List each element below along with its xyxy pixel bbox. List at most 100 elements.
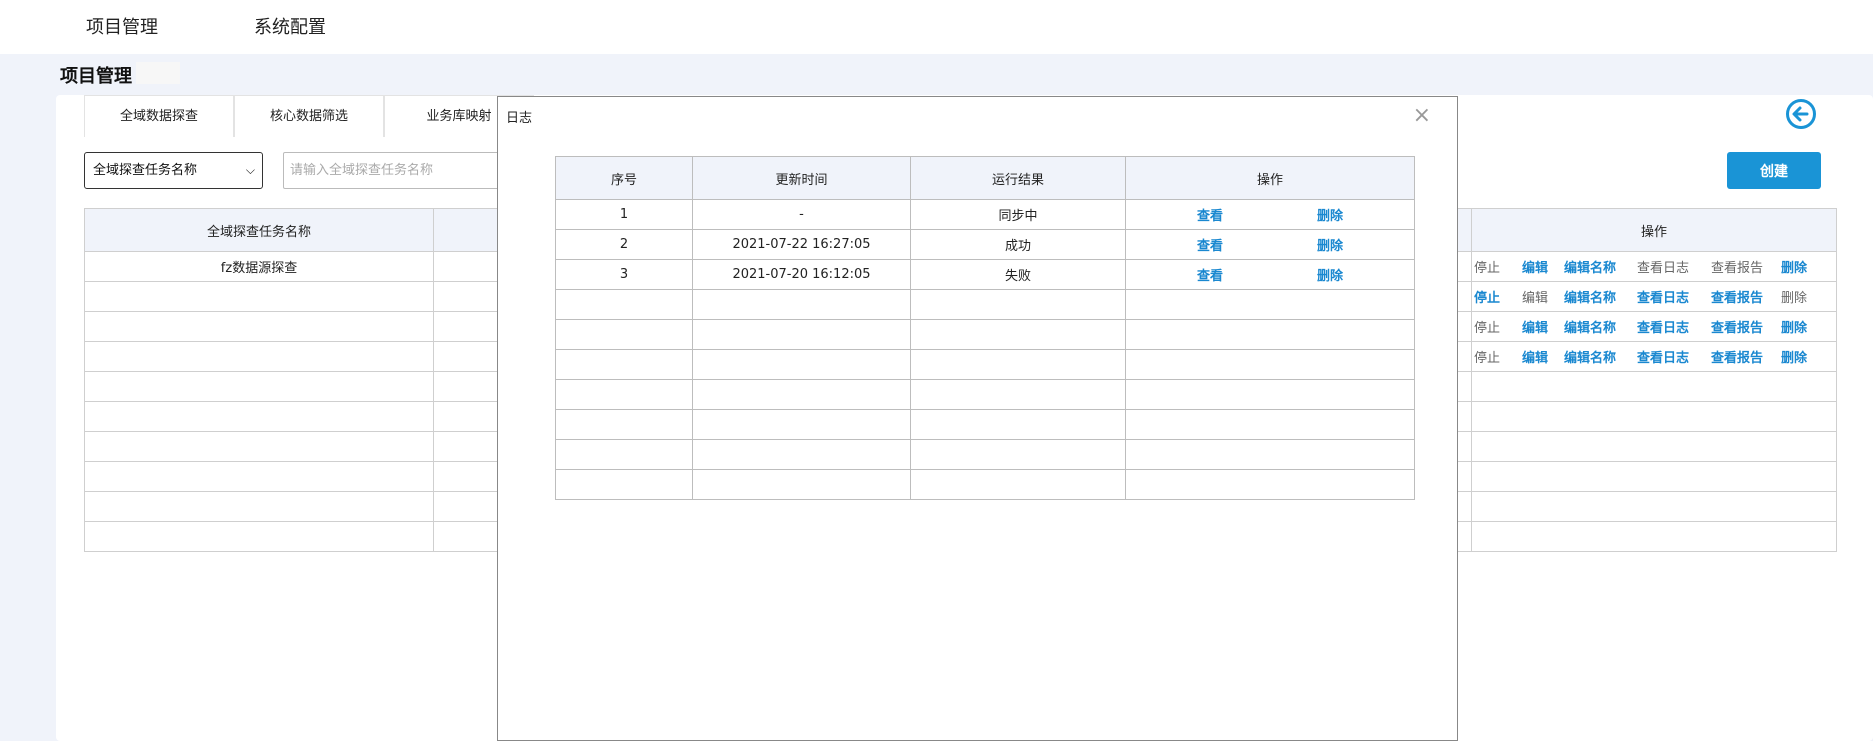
column-header-task-name: 全域探查任务名称 <box>84 208 434 252</box>
log-empty-cell <box>692 439 911 470</box>
delete-link[interactable]: 删除 <box>1270 235 1390 254</box>
tab-core-data-filter[interactable]: 核心数据筛选 <box>234 95 384 137</box>
log-ops-cell: 查看 删除 <box>1125 199 1415 230</box>
ops-group: 停止 编辑 编辑名称 查看日志 查看报告 删除 <box>1472 342 1836 371</box>
ops-cell <box>1471 521 1837 552</box>
view-log-link[interactable]: 查看日志 <box>1626 347 1700 366</box>
view-link[interactable]: 查看 <box>1150 235 1270 254</box>
log-empty-cell <box>1125 289 1415 320</box>
stop-link[interactable]: 停止 <box>1472 347 1516 366</box>
view-report-link[interactable]: 查看报告 <box>1700 317 1774 336</box>
ops-cell <box>1471 491 1837 522</box>
log-empty-cell <box>555 409 693 440</box>
rename-link[interactable]: 编辑名称 <box>1554 347 1626 366</box>
ops-group: 停止 编辑 编辑名称 查看日志 查看报告 删除 <box>1472 252 1836 281</box>
ops-group: 停止 编辑 编辑名称 查看日志 查看报告 删除 <box>1472 282 1836 311</box>
log-row-empty <box>555 349 1415 380</box>
view-log-link[interactable]: 查看日志 <box>1626 257 1700 276</box>
log-index-cell: 2 <box>555 229 693 260</box>
log-result-cell: 同步中 <box>910 199 1126 230</box>
stop-link[interactable]: 停止 <box>1472 287 1516 306</box>
arrow-left-circle-icon[interactable] <box>1785 98 1817 130</box>
log-time-cell: 2021-07-20 16:12:05 <box>692 259 911 290</box>
log-empty-cell <box>1125 469 1415 500</box>
create-button[interactable]: 创建 <box>1727 152 1821 189</box>
rename-link[interactable]: 编辑名称 <box>1554 317 1626 336</box>
log-index-cell: 1 <box>555 199 693 230</box>
tab-global-data-exploration[interactable]: 全域数据探查 <box>84 95 234 137</box>
chevron-down-icon: ⌵ <box>245 163 255 177</box>
task-name-cell <box>84 431 434 462</box>
view-link[interactable]: 查看 <box>1150 265 1270 284</box>
ops-cell <box>1471 401 1837 432</box>
log-time-cell: - <box>692 199 911 230</box>
delete-link[interactable]: 删除 <box>1774 257 1814 276</box>
log-modal: 日志 × 序号 更新时间 运行结果 操作 1- 同步中 查看 删除 2 2021-07-2… <box>497 96 1458 741</box>
task-name-cell <box>84 461 434 492</box>
task-name-cell <box>84 281 434 312</box>
edit-link[interactable]: 编辑 <box>1516 317 1554 336</box>
log-empty-cell <box>692 319 911 350</box>
column-header-ops: 操作 <box>1471 208 1837 252</box>
edit-link[interactable]: 编辑 <box>1516 257 1554 276</box>
log-empty-cell <box>555 289 693 320</box>
stop-link[interactable]: 停止 <box>1472 317 1516 336</box>
log-empty-cell <box>692 349 911 380</box>
log-row: 2 2021-07-22 16:27:05 成功 查看 删除 <box>555 229 1415 260</box>
log-row-empty <box>555 469 1415 500</box>
log-empty-cell <box>910 409 1126 440</box>
log-row: 3 2021-07-20 16:12:05 失败 查看 删除 <box>555 259 1415 290</box>
ops-cell <box>1471 371 1837 402</box>
log-empty-cell <box>555 469 693 500</box>
stop-link[interactable]: 停止 <box>1472 257 1516 276</box>
log-empty-cell <box>1125 409 1415 440</box>
search-input[interactable] <box>283 152 503 189</box>
delete-link[interactable]: 删除 <box>1774 347 1814 366</box>
tab-bar: 全域数据探查 核心数据筛选 业务库映射 <box>84 95 534 137</box>
top-nav: 项目管理 系统配置 <box>0 0 1873 54</box>
ops-cell: 停止 编辑 编辑名称 查看日志 查看报告 删除 <box>1471 311 1837 342</box>
log-row: 1- 同步中 查看 删除 <box>555 199 1415 230</box>
view-report-link[interactable]: 查看报告 <box>1700 287 1774 306</box>
delete-link[interactable]: 删除 <box>1774 287 1814 306</box>
log-result-cell: 失败 <box>910 259 1126 290</box>
view-log-link[interactable]: 查看日志 <box>1626 317 1700 336</box>
rename-link[interactable]: 编辑名称 <box>1554 257 1626 276</box>
edit-link[interactable]: 编辑 <box>1516 347 1554 366</box>
task-name-cell: fz数据源探查 <box>84 251 434 282</box>
log-ops-cell: 查看 删除 <box>1125 259 1415 290</box>
task-name-cell <box>84 521 434 552</box>
close-icon[interactable]: × <box>1413 105 1431 127</box>
nav-item-project-management[interactable]: 项目管理 <box>86 13 158 39</box>
search-field-select[interactable]: 全域探查任务名称 ⌵ <box>84 152 263 189</box>
log-row-empty <box>555 289 1415 320</box>
view-report-link[interactable]: 查看报告 <box>1700 257 1774 276</box>
nav-item-system-config[interactable]: 系统配置 <box>254 13 326 39</box>
rename-link[interactable]: 编辑名称 <box>1554 287 1626 306</box>
log-empty-cell <box>555 439 693 470</box>
log-row-empty <box>555 439 1415 470</box>
delete-link[interactable]: 删除 <box>1270 205 1390 224</box>
log-empty-cell <box>692 289 911 320</box>
delete-link[interactable]: 删除 <box>1774 317 1814 336</box>
log-result-cell: 成功 <box>910 229 1126 260</box>
select-value: 全域探查任务名称 <box>93 163 198 178</box>
ops-cell: 停止 编辑 编辑名称 查看日志 查看报告 删除 <box>1471 341 1837 372</box>
log-header-result: 运行结果 <box>910 156 1126 200</box>
log-empty-cell <box>692 409 911 440</box>
view-log-link[interactable]: 查看日志 <box>1626 287 1700 306</box>
log-row-empty <box>555 409 1415 440</box>
view-report-link[interactable]: 查看报告 <box>1700 347 1774 366</box>
ops-cell <box>1471 431 1837 462</box>
log-empty-cell <box>910 319 1126 350</box>
task-name-cell <box>84 401 434 432</box>
log-empty-cell <box>1125 349 1415 380</box>
log-row-empty <box>555 319 1415 350</box>
delete-link[interactable]: 删除 <box>1270 265 1390 284</box>
log-empty-cell <box>1125 319 1415 350</box>
view-link[interactable]: 查看 <box>1150 205 1270 224</box>
edit-link[interactable]: 编辑 <box>1516 287 1554 306</box>
ops-cell: 停止 编辑 编辑名称 查看日志 查看报告 删除 <box>1471 251 1837 282</box>
log-empty-cell <box>910 349 1126 380</box>
log-empty-cell <box>692 379 911 410</box>
